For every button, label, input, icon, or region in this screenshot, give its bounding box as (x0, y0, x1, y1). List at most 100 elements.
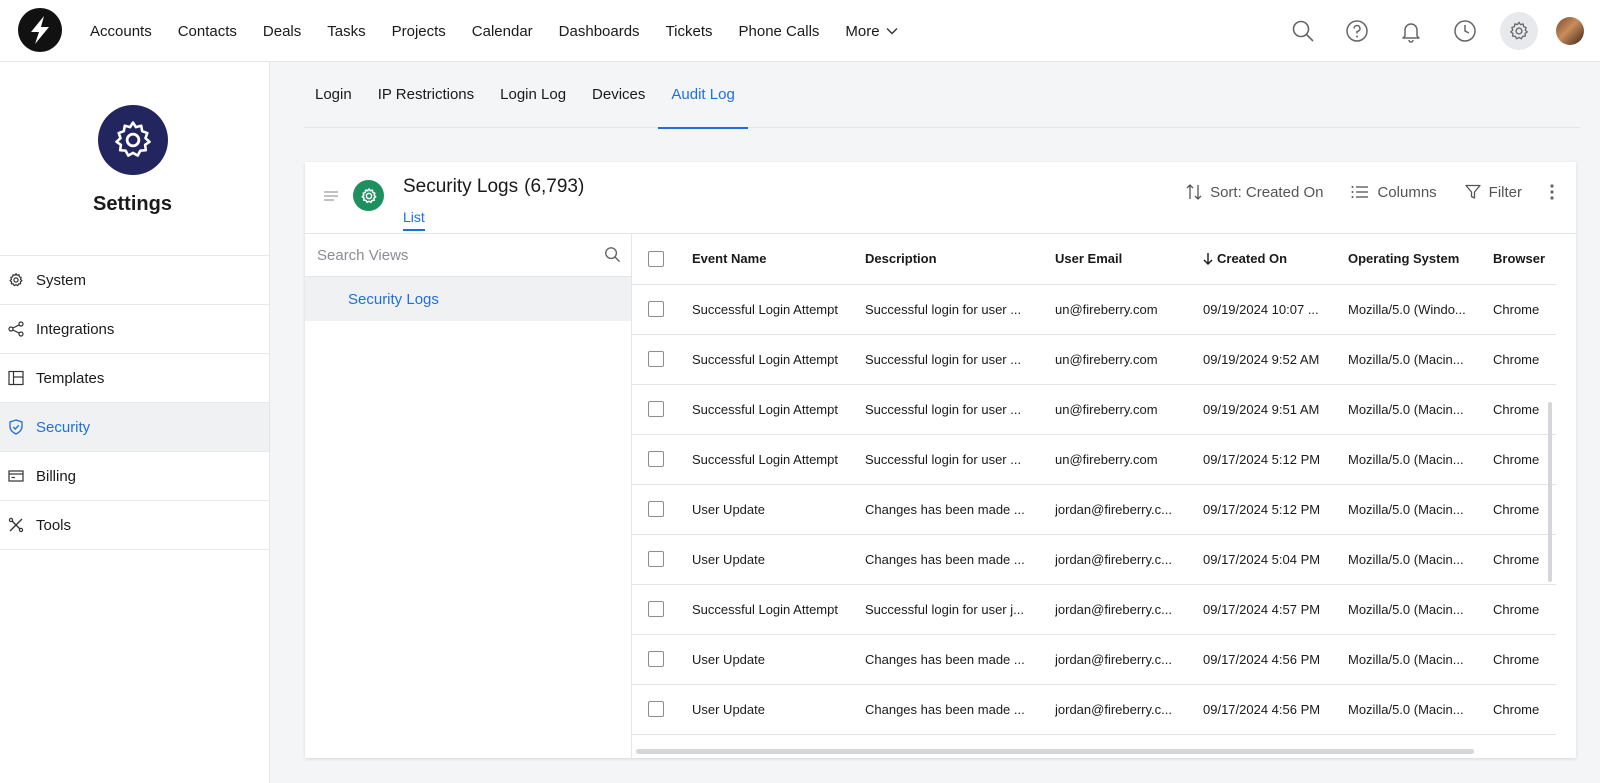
column-header-event-name[interactable]: Event Name (692, 234, 865, 285)
cell-created-on: 09/17/2024 4:56 PM (1203, 684, 1348, 735)
columns-list-icon (1351, 186, 1369, 198)
nav-item-projects[interactable]: Projects (392, 23, 446, 40)
nav-item-calendar[interactable]: Calendar (472, 23, 533, 40)
sidebar-item-security[interactable]: Security (0, 403, 269, 452)
horizontal-scrollbar[interactable] (636, 749, 1474, 754)
search-icon[interactable] (604, 246, 621, 263)
nav-item-contacts[interactable]: Contacts (178, 23, 237, 40)
menu-lines-icon[interactable] (324, 190, 338, 202)
views-panel: Security Logs (305, 234, 632, 758)
nav-item-accounts[interactable]: Accounts (90, 23, 152, 40)
cell-operating-system: Mozilla/5.0 (Macin... (1348, 584, 1493, 635)
object-badge-icon (353, 180, 384, 211)
cell-operating-system: Mozilla/5.0 (Macin... (1348, 634, 1493, 685)
view-item-security-logs[interactable]: Security Logs (305, 277, 631, 321)
sidebar-item-label: Tools (36, 516, 72, 534)
search-icon[interactable] (1284, 12, 1322, 50)
sidebar-item-tools[interactable]: Tools (0, 501, 269, 550)
cell-user-email: un@fireberry.com (1055, 434, 1203, 485)
cell-browser: Chrome (1493, 334, 1556, 385)
cell-created-on: 09/19/2024 9:52 AM (1203, 334, 1348, 385)
vertical-scrollbar[interactable] (1548, 402, 1552, 582)
filter-label: Filter (1488, 183, 1522, 201)
tab-list-view[interactable]: List (403, 209, 425, 231)
row-checkbox[interactable] (648, 501, 664, 517)
table-row[interactable]: Successful Login Attempt Successful logi… (632, 434, 1556, 485)
column-header-browser[interactable]: Browser (1493, 234, 1556, 285)
row-checkbox[interactable] (648, 601, 664, 617)
cell-operating-system: Mozilla/5.0 (Windo... (1348, 284, 1493, 335)
history-icon[interactable] (1446, 12, 1484, 50)
user-avatar[interactable] (1556, 17, 1584, 45)
settings-sidebar: Settings System Integrations Templates S… (0, 62, 270, 783)
table-row[interactable]: Successful Login Attempt Successful logi… (632, 584, 1556, 635)
nav-item-phone-calls[interactable]: Phone Calls (739, 23, 820, 40)
table-row[interactable]: Successful Login Attempt Successful logi… (632, 384, 1556, 435)
settings-badge-gear-icon (98, 105, 168, 175)
table-row[interactable]: User Update Changes has been made ... jo… (632, 534, 1556, 585)
cell-event-name: Successful Login Attempt (692, 284, 865, 335)
row-checkbox[interactable] (648, 401, 664, 417)
sidebar-item-templates[interactable]: Templates (0, 354, 269, 403)
gear-icon[interactable] (1500, 12, 1538, 50)
table-row[interactable]: User Update Changes has been made ... jo… (632, 684, 1556, 735)
cell-browser: Chrome (1493, 284, 1556, 335)
cell-event-name: User Update (692, 684, 865, 735)
cell-user-email: un@fireberry.com (1055, 284, 1203, 335)
column-header-created-on[interactable]: Created On (1203, 234, 1348, 285)
row-checkbox[interactable] (648, 701, 664, 717)
bell-icon[interactable] (1392, 12, 1430, 50)
search-views-box (305, 234, 631, 277)
table-row[interactable]: Successful Login Attempt Successful logi… (632, 284, 1556, 335)
row-checkbox[interactable] (648, 301, 664, 317)
nav-item-tasks[interactable]: Tasks (327, 23, 365, 40)
table-row[interactable]: Successful Login Attempt Successful logi… (632, 334, 1556, 385)
filter-button[interactable]: Filter (1465, 184, 1522, 201)
tab-ip-restrictions[interactable]: IP Restrictions (365, 62, 487, 128)
select-all-checkbox[interactable] (648, 250, 664, 267)
sort-label: Sort: Created On (1210, 183, 1324, 201)
main-nav: Accounts Contacts Deals Tasks Projects C… (90, 0, 898, 62)
row-checkbox[interactable] (648, 351, 664, 367)
nav-more-menu[interactable]: More (845, 23, 898, 40)
sidebar-menu: System Integrations Templates Security B… (0, 255, 269, 550)
horizontal-scrollbar-track (632, 745, 1556, 757)
cell-description: Successful login for user ... (865, 334, 1055, 385)
nav-item-dashboards[interactable]: Dashboards (559, 23, 640, 40)
tab-devices[interactable]: Devices (579, 62, 658, 128)
tab-login[interactable]: Login (304, 62, 365, 128)
row-checkbox[interactable] (648, 551, 664, 567)
tools-icon (8, 517, 24, 533)
sidebar-item-billing[interactable]: Billing (0, 452, 269, 501)
help-icon[interactable] (1338, 12, 1376, 50)
row-checkbox[interactable] (648, 651, 664, 667)
app-logo-icon[interactable] (18, 8, 62, 52)
row-checkbox[interactable] (648, 451, 664, 467)
nav-item-tickets[interactable]: Tickets (666, 23, 713, 40)
cell-event-name: User Update (692, 484, 865, 535)
cell-description: Changes has been made ... (865, 684, 1055, 735)
sidebar-title: Settings (93, 193, 172, 215)
cell-created-on: 09/17/2024 5:04 PM (1203, 534, 1348, 585)
cell-created-on: 09/19/2024 9:51 AM (1203, 384, 1348, 435)
cell-created-on: 09/17/2024 5:12 PM (1203, 434, 1348, 485)
cell-description: Successful login for user ... (865, 384, 1055, 435)
tab-login-log[interactable]: Login Log (487, 62, 579, 128)
column-header-description[interactable]: Description (865, 234, 1055, 285)
search-views-input[interactable] (317, 242, 587, 268)
nav-item-deals[interactable]: Deals (263, 23, 301, 40)
sort-icon (1186, 184, 1202, 200)
more-options-icon[interactable] (1550, 184, 1554, 200)
tab-audit-log[interactable]: Audit Log (658, 62, 749, 129)
column-header-operating-system[interactable]: Operating System (1348, 234, 1493, 285)
sort-button[interactable]: Sort: Created On (1186, 183, 1323, 201)
table-row[interactable]: User Update Changes has been made ... jo… (632, 634, 1556, 685)
sidebar-item-system[interactable]: System (0, 256, 269, 305)
security-subtabs: Login IP Restrictions Login Log Devices … (304, 62, 1580, 129)
column-header-user-email[interactable]: User Email (1055, 234, 1203, 285)
table-row[interactable]: User Update Changes has been made ... jo… (632, 484, 1556, 535)
cell-user-email: un@fireberry.com (1055, 384, 1203, 435)
sidebar-item-integrations[interactable]: Integrations (0, 305, 269, 354)
columns-button[interactable]: Columns (1351, 184, 1437, 201)
cell-description: Changes has been made ... (865, 484, 1055, 535)
